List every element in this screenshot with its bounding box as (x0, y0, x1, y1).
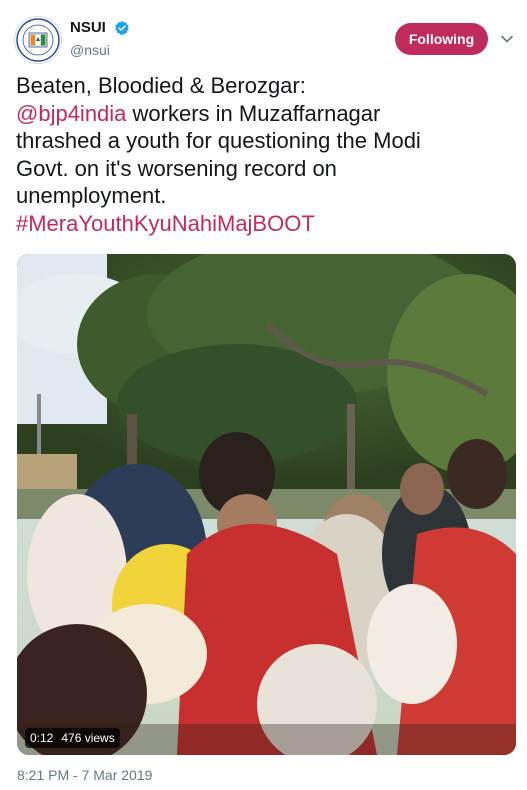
chevron-down-icon[interactable] (500, 32, 514, 46)
tweet-line-5: unemployment. (16, 183, 167, 208)
mention-link[interactable]: @bjp4india (16, 101, 126, 126)
account-handle[interactable]: @nsui (70, 42, 130, 58)
account-names: NSUI @nsui (70, 19, 130, 58)
tweet-line-4: Govt. on it's worsening record on (16, 155, 337, 181)
video-views: 476 views (61, 731, 115, 745)
video-player[interactable]: 0:12 476 views (17, 254, 516, 755)
tweet-line-2-text: workers in Muzaffarnagar (126, 100, 381, 126)
tweet-line-1: Beaten, Bloodied & Berozgar: (16, 73, 306, 98)
video-frame (17, 254, 516, 755)
nsui-logo-icon (16, 18, 60, 62)
tweet-line-2: @bjp4india workers in Muzaffarnagar (16, 100, 516, 128)
tweet-line-3: thrashed a youth for questioning the Mod… (16, 128, 421, 153)
verified-badge-icon (115, 20, 130, 35)
display-name[interactable]: NSUI (70, 19, 106, 36)
tweet-text: Beaten, Bloodied & Berozgar: @bjp4india … (16, 72, 516, 237)
video-duration: 0:12 (30, 731, 54, 745)
tweet-header: NSUI @nsui Following (14, 14, 513, 66)
avatar[interactable] (14, 16, 62, 64)
hashtag-link[interactable]: #MeraYouthKyuNahiMajBOOT (16, 210, 516, 238)
video-info-badge: 0:12 476 views (25, 728, 120, 748)
tweet-timestamp[interactable]: 8:21 PM - 7 Mar 2019 (17, 767, 152, 783)
following-button[interactable]: Following (395, 23, 488, 55)
